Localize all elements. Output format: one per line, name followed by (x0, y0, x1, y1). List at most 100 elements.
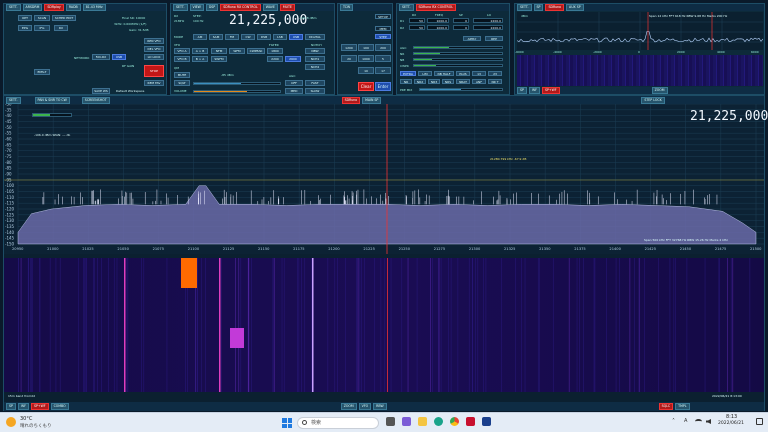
keypad-key-200[interactable]: 200 (375, 44, 391, 51)
mode-fm-button[interactable]: FM (225, 34, 239, 40)
tmpl-button[interactable]: TMPL (675, 403, 690, 410)
title-badge[interactable]: TCW (340, 4, 354, 11)
anf-button[interactable]: ANF (472, 79, 486, 84)
chrome-icon[interactable] (450, 417, 459, 426)
vfo-a-to-b-button[interactable]: A > B (192, 48, 208, 54)
main-spectrum-graph[interactable]: -30-35-40-45-50-55-60-65-70-75-80-85-90 -… (4, 104, 764, 254)
squelch-slider[interactable] (193, 82, 281, 85)
agc-fast-button[interactable]: FAST (305, 80, 325, 86)
weather-text[interactable]: 晴れのちくもり (20, 423, 52, 429)
file-explorer-icon[interactable] (418, 417, 427, 426)
agc-off-button[interactable]: OFF (285, 80, 303, 86)
apply-button[interactable]: APPLY (463, 36, 481, 41)
row-value-input[interactable]: 2200.0 (473, 18, 503, 23)
opt-button[interactable]: OPT (18, 15, 32, 21)
vfo-b-button[interactable]: VFO B (174, 56, 190, 62)
stop-button[interactable]: STOP (144, 65, 164, 77)
keypad-mem-button[interactable]: MEM (375, 26, 391, 31)
rem-fav-button[interactable]: REM FAV (144, 80, 164, 86)
row-value-input[interactable]: 0 (453, 18, 469, 23)
mode-cw-button[interactable]: CW (241, 34, 255, 40)
nr3-button[interactable]: NR3 (428, 79, 440, 84)
ren-vfo-button[interactable]: REN VFO (144, 38, 164, 44)
cwpk-slider[interactable] (413, 64, 503, 67)
rep-button[interactable]: REP (485, 36, 503, 41)
filter-1800-button[interactable]: 1800 (267, 48, 283, 54)
nb-13-button[interactable]: 13 (472, 71, 486, 76)
sqlc-button[interactable]: SQLC (658, 403, 674, 410)
title-badge[interactable]: MUTE (279, 4, 295, 11)
sched-edit-button[interactable]: SCHED EDIT (52, 15, 76, 21)
nr-slider[interactable] (413, 52, 503, 55)
aux-waterfall[interactable] (517, 55, 763, 86)
enter-button[interactable]: Enter (375, 82, 391, 91)
screenshot-button[interactable]: SCREENSHOT (81, 96, 110, 104)
mute-button[interactable]: MUTE (174, 72, 190, 78)
main-sett-button[interactable]: SETT. (6, 96, 21, 104)
nrat-button[interactable]: NRAT (456, 79, 470, 84)
vfo-a-button[interactable]: VFO A (174, 48, 190, 54)
sdr-app-icon[interactable] (482, 417, 491, 426)
nr-button[interactable]: NR (400, 79, 412, 84)
row-value-input[interactable]: 1000.0 (427, 25, 449, 30)
clock-time[interactable]: 8:13 (726, 414, 737, 420)
tray-chevron-icon[interactable]: ˄ (672, 418, 675, 425)
row-value-input[interactable]: 1000.0 (427, 18, 449, 23)
notch-nbw-button[interactable]: NBW (305, 48, 325, 54)
title-badge[interactable]: SETT. (173, 4, 188, 11)
pan-snr-button[interactable]: PAN & SNR TO CW (34, 96, 70, 104)
keypad-key-1000[interactable]: 1000 (358, 55, 374, 62)
main-spwf-button[interactable]: SP+WF (30, 403, 49, 410)
title-badge[interactable]: ARSDRM (22, 4, 43, 11)
keypad-key-5[interactable]: 5 (375, 55, 391, 62)
aux-spwf-button[interactable]: SP+WF (541, 87, 560, 94)
task-view-icon[interactable] (386, 417, 395, 426)
agc-slow-button[interactable]: SLOW (305, 88, 325, 94)
search-box[interactable]: 検索 (297, 417, 379, 429)
aux-wf-button[interactable]: WF (528, 87, 540, 94)
main-wf-button[interactable]: WF (17, 403, 29, 410)
clear-button[interactable]: Clear (358, 82, 374, 91)
keypad-key-100[interactable]: 100 (358, 44, 374, 51)
wifi-icon[interactable] (695, 419, 702, 424)
weather-temp[interactable]: 30°C (20, 416, 32, 422)
nr-t-button[interactable]: NR T (488, 79, 502, 84)
scan-button[interactable]: SCAN (34, 15, 50, 21)
vfo-frequency-display[interactable]: 21,225,000 (229, 13, 307, 28)
main-rbw-button[interactable]: RBW (373, 403, 387, 410)
mode-usb-button[interactable]: USB (289, 34, 303, 40)
title-badge[interactable]: DSP (205, 4, 219, 11)
start-button[interactable] (282, 418, 292, 428)
filter-2600-button[interactable]: 2600 (285, 56, 301, 62)
sqlt-button[interactable]: SQLT (174, 80, 190, 86)
agc-slider[interactable] (413, 46, 503, 49)
row-value-input[interactable]: 0 (453, 25, 469, 30)
mode-lsb-button[interactable]: LSB (273, 34, 287, 40)
row-value-input[interactable]: 2200.0 (473, 25, 503, 30)
title-badge[interactable]: RADB (65, 4, 81, 11)
qm-swfm-button[interactable]: SWFM (211, 56, 227, 62)
qm-wfm-button[interactable]: WFM (229, 48, 245, 54)
nb-lim-button[interactable]: LIM (418, 71, 432, 76)
mode-digital-button[interactable]: DIGITAL (305, 34, 325, 40)
mode-dsb-button[interactable]: DSB (257, 34, 271, 40)
title-badge[interactable]: WAVE (262, 4, 278, 11)
pre-mix-slider[interactable] (419, 88, 503, 91)
nr2-button[interactable]: NR2 (414, 79, 426, 84)
waterfall-display[interactable] (4, 258, 764, 392)
ems-button[interactable]: EMS-T (34, 69, 50, 75)
main-zoom-button[interactable]: ZOOM (340, 403, 357, 410)
volume-slider[interactable] (193, 90, 281, 93)
keypad-setup-button[interactable]: SETUP (375, 14, 391, 19)
row-value-input[interactable]: 50 (409, 18, 425, 23)
keypad-key-10[interactable]: 10 (358, 67, 374, 74)
mode-sam-button[interactable]: SAM (209, 34, 223, 40)
mcafee-icon[interactable] (466, 417, 475, 426)
nb-plus-button[interactable]: PLUS (456, 71, 470, 76)
main-combo-button[interactable]: COMBO (50, 403, 69, 410)
keypad-key-17[interactable]: 17 (375, 67, 391, 74)
nb-extra-button[interactable]: EXTRA (400, 71, 416, 76)
title-badge[interactable]: VIEW (189, 4, 204, 11)
aux-zoom-label[interactable]: ZOOM (651, 87, 668, 94)
row-value-input[interactable]: 50 (409, 25, 425, 30)
